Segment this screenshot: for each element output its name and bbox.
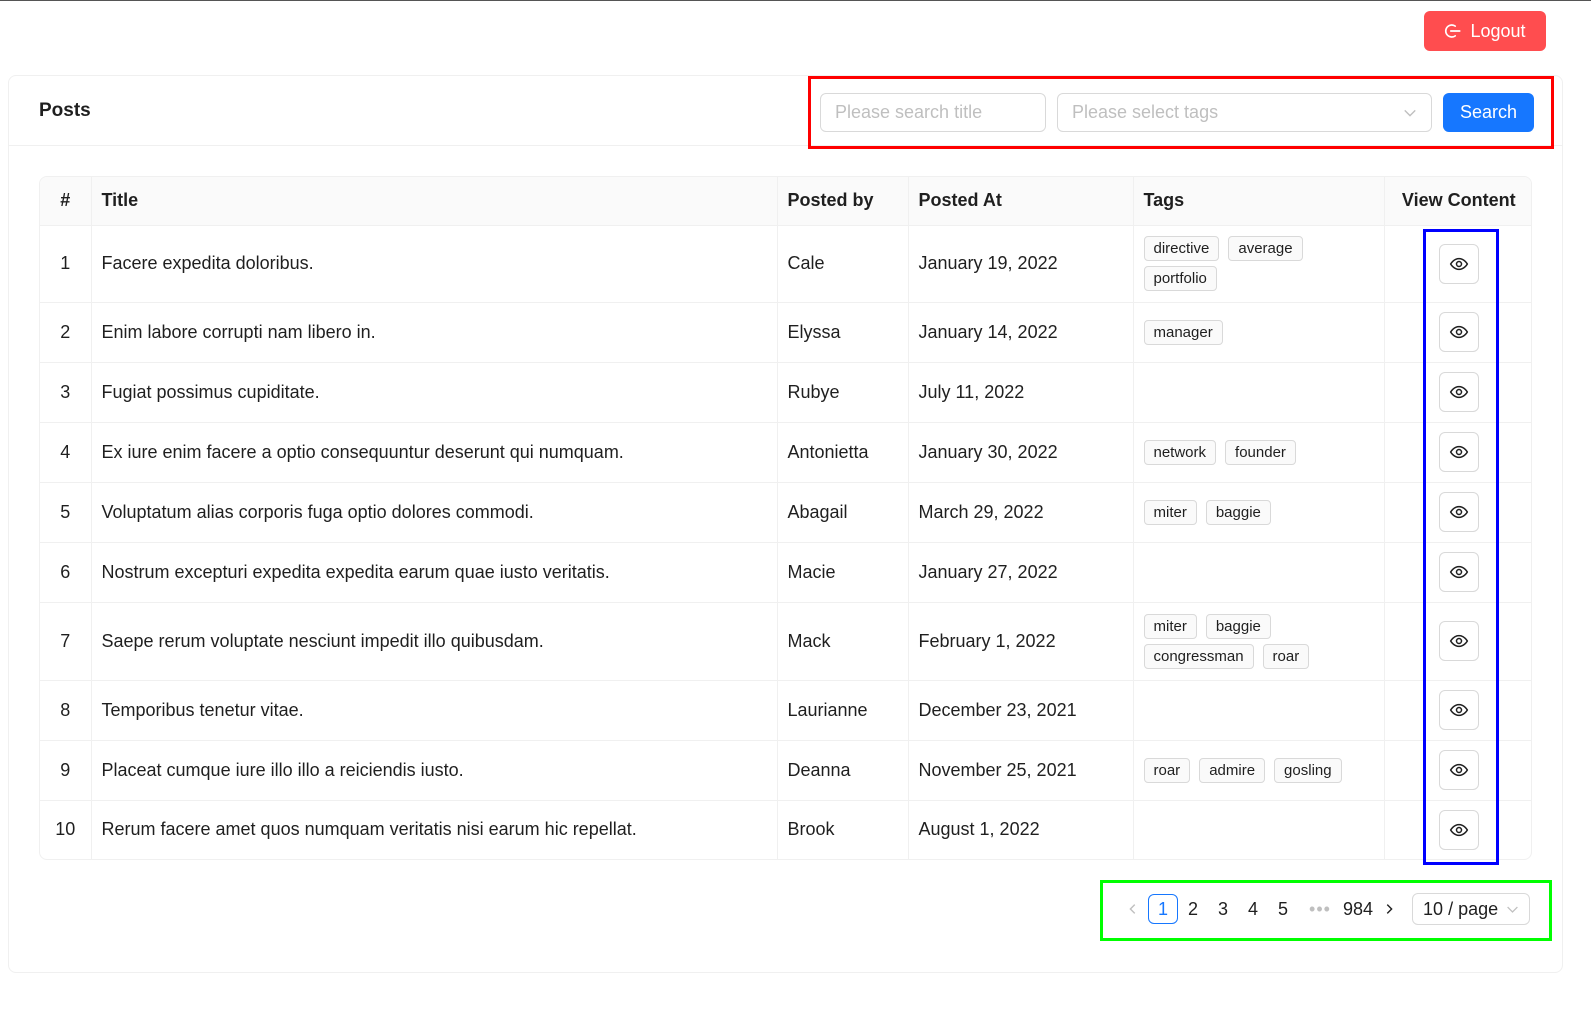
logout-icon [1445,24,1462,38]
row-posted-at: January 27, 2022 [908,542,1134,603]
row-title: Rerum facere amet quos numquam veritatis… [91,800,778,859]
tag: baggie [1205,499,1271,525]
row-posted-by: Elyssa [777,302,909,363]
tag: roar [1262,643,1310,669]
row-number: 9 [40,740,92,801]
tag: baggie [1205,613,1271,639]
logout-button[interactable]: Logout [1424,11,1546,51]
row-tags: miter baggie [1133,482,1385,543]
row-number: 5 [40,482,92,543]
tag: miter [1143,613,1197,639]
top-border [0,0,1591,1]
row-posted-at: February 1, 2022 [908,602,1134,681]
col-header-tags: Tags [1133,177,1385,226]
row-posted-at: November 25, 2021 [908,740,1134,801]
row-title: Nostrum excepturi expedita expedita earu… [91,542,778,603]
row-posted-by: Rubye [777,362,909,423]
row-tags [1133,800,1385,859]
col-header-view-content: View Content [1384,177,1531,226]
tag: portfolio [1143,266,1217,291]
tag: founder [1225,439,1296,465]
row-number: 7 [40,602,92,681]
row-tags: miter baggie congressman roar [1133,602,1385,681]
row-posted-at: March 29, 2022 [908,482,1134,543]
row-posted-at: January 30, 2022 [908,422,1134,483]
row-number: 6 [40,542,92,603]
table-row: 2 Enim labore corrupti nam libero in. Elys… [40,302,1531,363]
row-title: Temporibus tenetur vitae. [91,680,778,741]
tag: roar [1143,757,1191,783]
row-posted-at: December 23, 2021 [908,680,1134,741]
row-tags: roar admire gosling [1133,740,1385,801]
row-tags: manager [1133,302,1385,363]
row-tags [1133,362,1385,423]
row-number: 4 [40,422,92,483]
row-posted-at: January 19, 2022 [908,225,1134,303]
view-column-highlight-box [1423,229,1499,865]
logout-label: Logout [1470,20,1526,41]
row-posted-by: Cale [777,225,909,303]
row-number: 2 [40,302,92,363]
row-number: 1 [40,225,92,303]
row-title: Facere expedita doloribus. [91,225,778,303]
posts-table: # Title Posted by Posted At Tags View Co… [39,176,1532,860]
row-posted-by: Mack [777,602,909,681]
table-row: 7 Saepe rerum voluptate nesciunt impedit … [40,602,1531,681]
row-title: Placeat cumque iure illo illo a reiciend… [91,740,778,801]
table-header-row: # Title Posted by Posted At Tags View Co… [40,177,1531,226]
row-posted-by: Brook [777,800,909,859]
row-posted-by: Deanna [777,740,909,801]
col-header-number: # [40,177,92,226]
tag: average [1228,236,1303,261]
tag: manager [1143,319,1223,345]
table-row: 6 Nostrum excepturi expedita expedita ear… [40,542,1531,603]
table-row: 4 Ex iure enim facere a optio consequuntu… [40,422,1531,483]
row-title: Enim labore corrupti nam libero in. [91,302,778,363]
tag: congressman [1143,643,1254,669]
row-title: Ex iure enim facere a optio consequuntur… [91,422,778,483]
row-posted-at: January 14, 2022 [908,302,1134,363]
tag: admire [1199,757,1266,783]
row-posted-by: Antonietta [777,422,909,483]
row-tags: directive average portfolio [1133,225,1385,303]
row-title: Saepe rerum voluptate nesciunt impedit i… [91,602,778,681]
row-tags [1133,680,1385,741]
table-row: 10 Rerum facere amet quos numquam veritat… [40,800,1531,859]
row-title: Fugiat possimus cupiditate. [91,362,778,423]
table-row: 3 Fugiat possimus cupiditate. Rubye July 11… [40,362,1531,423]
row-tags [1133,542,1385,603]
row-posted-by: Laurianne [777,680,909,741]
search-highlight-box [808,76,1554,149]
row-posted-at: July 11, 2022 [908,362,1134,423]
row-posted-by: Abagail [777,482,909,543]
page-title: Posts [39,100,91,121]
tag: gosling [1274,757,1342,783]
row-number: 10 [40,800,92,859]
row-posted-at: August 1, 2022 [908,800,1134,859]
col-header-posted-by: Posted by [777,177,909,226]
row-tags: network founder [1133,422,1385,483]
tag: directive [1143,236,1220,261]
row-posted-by: Macie [777,542,909,603]
tag: network [1143,439,1217,465]
row-number: 3 [40,362,92,423]
tag: miter [1143,499,1197,525]
table-row: 1 Facere expedita doloribus. Cale January 1… [40,225,1531,303]
table-row: 8 Temporibus tenetur vitae. Laurianne Decem… [40,680,1531,741]
col-header-title: Title [91,177,778,226]
table-row: 9 Placeat cumque iure illo illo a reicien… [40,740,1531,801]
row-title: Voluptatum alias corporis fuga optio dol… [91,482,778,543]
col-header-posted-at: Posted At [908,177,1134,226]
pagination-highlight-box [1100,880,1552,941]
table-row: 5 Voluptatum alias corporis fuga optio do… [40,482,1531,543]
row-number: 8 [40,680,92,741]
